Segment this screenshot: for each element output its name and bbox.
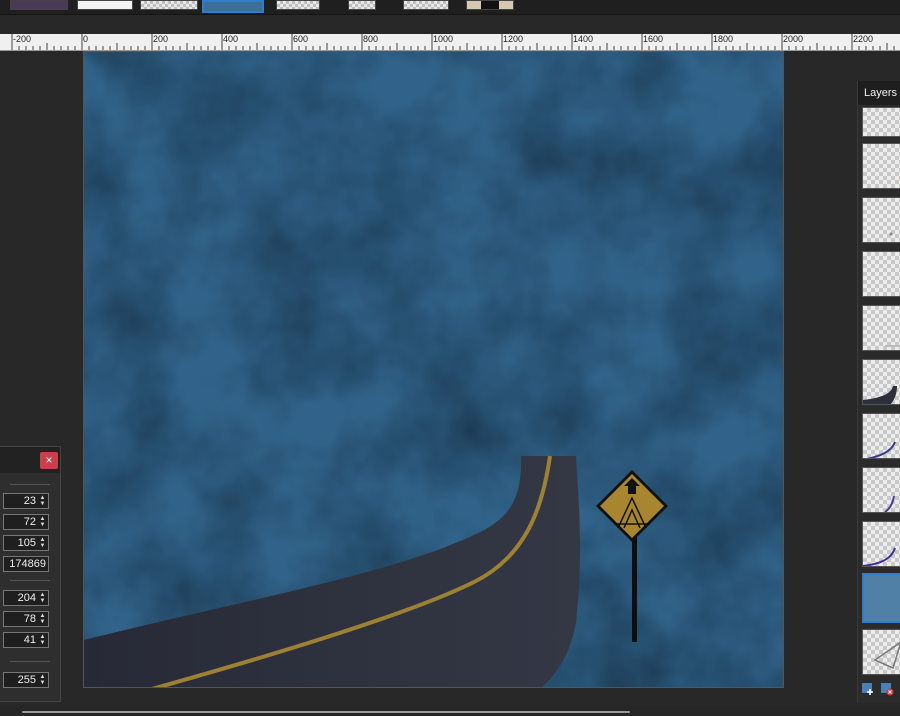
image-tab-thumbnail[interactable]: [466, 0, 514, 10]
image-tab-thumbnail-active[interactable]: [202, 0, 264, 13]
ruler-label: 400: [223, 34, 239, 44]
layer-item[interactable]: [862, 197, 900, 243]
layer-item[interactable]: [862, 467, 900, 513]
alpha-value-input[interactable]: 255 ▲ ▼: [3, 672, 49, 688]
field-value: 78: [23, 613, 36, 625]
image-tab-strip: [0, 0, 900, 15]
divider: [10, 661, 50, 662]
spinner-arrows-icon[interactable]: ▲ ▼: [38, 613, 47, 625]
divider: [10, 484, 50, 485]
spinner-arrows-icon[interactable]: ▲ ▼: [38, 495, 47, 507]
layers-panel: Layers: [857, 81, 900, 703]
ruler-label: 1600: [643, 34, 664, 44]
field-value: 174869: [9, 558, 46, 570]
ruler-label: 2000: [783, 34, 804, 44]
field-value: 255: [17, 674, 36, 686]
field-value: 41: [23, 634, 36, 646]
color-dialog: × 23 ▲ ▼ 72 ▲ ▼ 105 ▲ ▼ 174869 204 ▲ ▼ 78 ▲ ▼…: [0, 446, 61, 702]
field-value: 23: [23, 495, 36, 507]
layer-item[interactable]: [862, 143, 900, 189]
delete-layer-icon[interactable]: [880, 682, 894, 696]
layer-item-selected[interactable]: [862, 573, 900, 623]
spinner-arrows-icon[interactable]: ▲ ▼: [38, 634, 47, 646]
canvas-artwork: [84, 52, 783, 687]
layer-item[interactable]: [862, 107, 900, 137]
close-icon[interactable]: ×: [40, 452, 58, 469]
value-value-input[interactable]: 41 ▲ ▼: [3, 632, 49, 648]
image-tab-thumbnail[interactable]: [276, 0, 320, 10]
field-value: 105: [17, 537, 36, 549]
scrollbar-thumb[interactable]: [22, 711, 630, 713]
hue-value-input[interactable]: 204 ▲ ▼: [3, 590, 49, 606]
layers-panel-title: Layers: [858, 81, 900, 105]
divider: [10, 580, 50, 581]
image-tab-thumbnail[interactable]: [77, 0, 133, 10]
ruler-label: 1800: [713, 34, 734, 44]
ruler-label: 1000: [433, 34, 454, 44]
spinner-arrows-icon[interactable]: ▲ ▼: [38, 537, 47, 549]
image-tab-thumbnail[interactable]: [403, 0, 449, 10]
image-tab-thumbnail[interactable]: [10, 0, 68, 10]
layer-item[interactable]: [862, 359, 900, 405]
layer-item[interactable]: [862, 413, 900, 459]
spinner-arrows-icon[interactable]: ▲ ▼: [38, 674, 47, 686]
layer-item[interactable]: [862, 251, 900, 297]
image-canvas[interactable]: [83, 51, 784, 688]
hex-value-input[interactable]: 174869: [3, 556, 49, 572]
add-layer-icon[interactable]: [861, 682, 875, 696]
spinner-arrows-icon[interactable]: ▲ ▼: [38, 592, 47, 604]
ruler-label: -200: [13, 34, 32, 44]
field-value: 72: [23, 516, 36, 528]
ruler-label: 1200: [503, 34, 524, 44]
ruler-label: 200: [153, 34, 169, 44]
ruler-label: 0: [83, 34, 89, 44]
layer-item[interactable]: [862, 305, 900, 351]
horizontal-ruler[interactable]: -200 0 200 400 600 800 1000 1200 1400 16…: [0, 34, 900, 51]
image-tab-thumbnail[interactable]: [348, 0, 376, 10]
field-value: 204: [17, 592, 36, 604]
spinner-arrows-icon[interactable]: ▲ ▼: [38, 516, 47, 528]
green-value-input[interactable]: 72 ▲ ▼: [3, 514, 49, 530]
layer-item[interactable]: [862, 629, 900, 675]
ruler-label: 800: [363, 34, 379, 44]
saturation-value-input[interactable]: 78 ▲ ▼: [3, 611, 49, 627]
ruler-label: 2200: [853, 34, 874, 44]
ruler-label: 1400: [573, 34, 594, 44]
layer-item[interactable]: [862, 521, 900, 567]
blue-value-input[interactable]: 105 ▲ ▼: [3, 535, 49, 551]
image-tab-thumbnail[interactable]: [140, 0, 198, 10]
ruler-label: 600: [293, 34, 309, 44]
red-value-input[interactable]: 23 ▲ ▼: [3, 493, 49, 509]
